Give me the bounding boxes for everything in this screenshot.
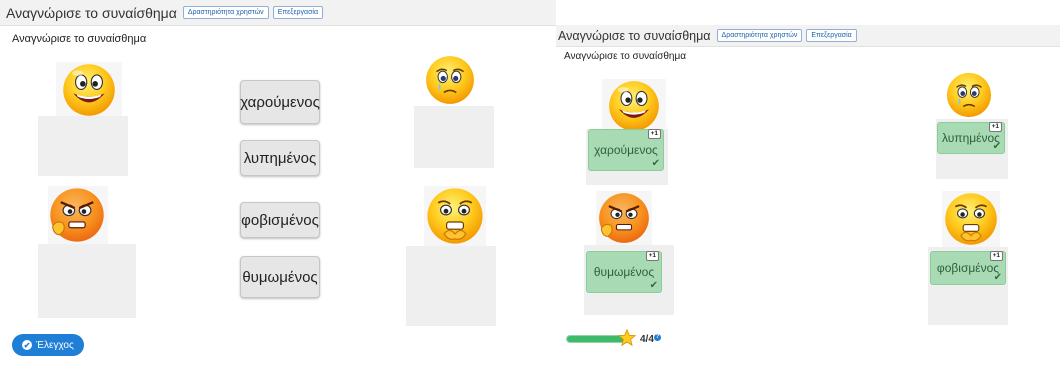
check-icon: ✔ [993, 272, 1002, 283]
angry-face-icon [596, 191, 652, 245]
points-badge: +1 [988, 122, 1002, 132]
points-badge: +1 [645, 251, 659, 261]
placed-word-sad: λυπημένος +1 ✔ [937, 122, 1005, 154]
check-button[interactable]: ✔ Έλεγχος [12, 334, 84, 356]
score-display: 4/4? [640, 334, 661, 345]
happy-face-icon [602, 79, 666, 133]
happy-face-icon [56, 62, 122, 118]
sad-face-icon [946, 72, 992, 118]
drop-zone-sad[interactable] [414, 106, 494, 168]
points-badge: +1 [647, 129, 661, 139]
instruction-text: Αναγνώρισε το συναίσθημα [564, 51, 687, 62]
check-button-label: Έλεγχος [36, 339, 74, 351]
instruction-text: Αναγνώρισε το συναίσθημα [12, 33, 147, 45]
placed-word-label: χαρούμενος [594, 143, 658, 157]
edit-button[interactable]: Επεξεργασία [806, 29, 857, 42]
drop-zone-happy[interactable] [38, 116, 128, 176]
placed-word-scared: φοβισμένος +1 ✔ [930, 251, 1006, 285]
user-activity-button[interactable]: Δραστηριότητα χρηστών [182, 6, 269, 19]
star-icon [618, 329, 636, 347]
check-icon: ✔ [992, 141, 1001, 152]
word-card-happy[interactable]: χαρούμενος [240, 80, 320, 124]
drop-zone-scared[interactable] [406, 246, 496, 326]
activity-title: Αναγνώρισε το συναίσθημα [6, 4, 177, 21]
placed-word-label: φοβισμένος [936, 261, 1000, 275]
help-icon[interactable]: ? [653, 334, 661, 341]
activity-panel-before: Αναγνώρισε το συναίσθημα Δραστηριότητα χ… [0, 0, 556, 365]
placed-word-label: θυμωμένος [593, 265, 655, 279]
check-icon: ✔ [649, 280, 658, 291]
placed-word-happy: χαρούμενος +1 ✔ [588, 129, 664, 171]
scared-face-icon [942, 191, 1000, 247]
user-activity-button[interactable]: Δραστηριότητα χρηστών [716, 29, 803, 42]
score-value: 4/4 [640, 334, 654, 345]
word-card-angry[interactable]: θυμωμένος [240, 256, 320, 298]
sad-face-icon [425, 55, 475, 105]
word-card-sad[interactable]: λυπημένος [240, 140, 320, 176]
scared-face-icon [424, 186, 486, 246]
placed-word-angry: θυμωμένος +1 ✔ [586, 251, 662, 293]
activity-header: Αναγνώρισε το συναίσθημα Δραστηριότητα χ… [556, 25, 1060, 47]
activity-title: Αναγνώρισε το συναίσθημα [558, 28, 711, 43]
edit-button[interactable]: Επεξεργασία [272, 6, 324, 19]
angry-face-icon [48, 186, 108, 244]
drop-zone-angry[interactable] [38, 244, 136, 318]
points-badge: +1 [989, 251, 1003, 261]
check-circle-icon: ✔ [22, 340, 33, 350]
score-progress-bar [566, 329, 636, 347]
placed-word-label: λυπημένος [942, 131, 1000, 145]
check-icon: ✔ [651, 158, 660, 169]
activity-panel-after: Αναγνώρισε το συναίσθημα Δραστηριότητα χ… [556, 25, 1060, 365]
word-card-scared[interactable]: φοβισμένος [240, 202, 320, 238]
activity-header: Αναγνώρισε το συναίσθημα Δραστηριότητα χ… [0, 0, 556, 26]
